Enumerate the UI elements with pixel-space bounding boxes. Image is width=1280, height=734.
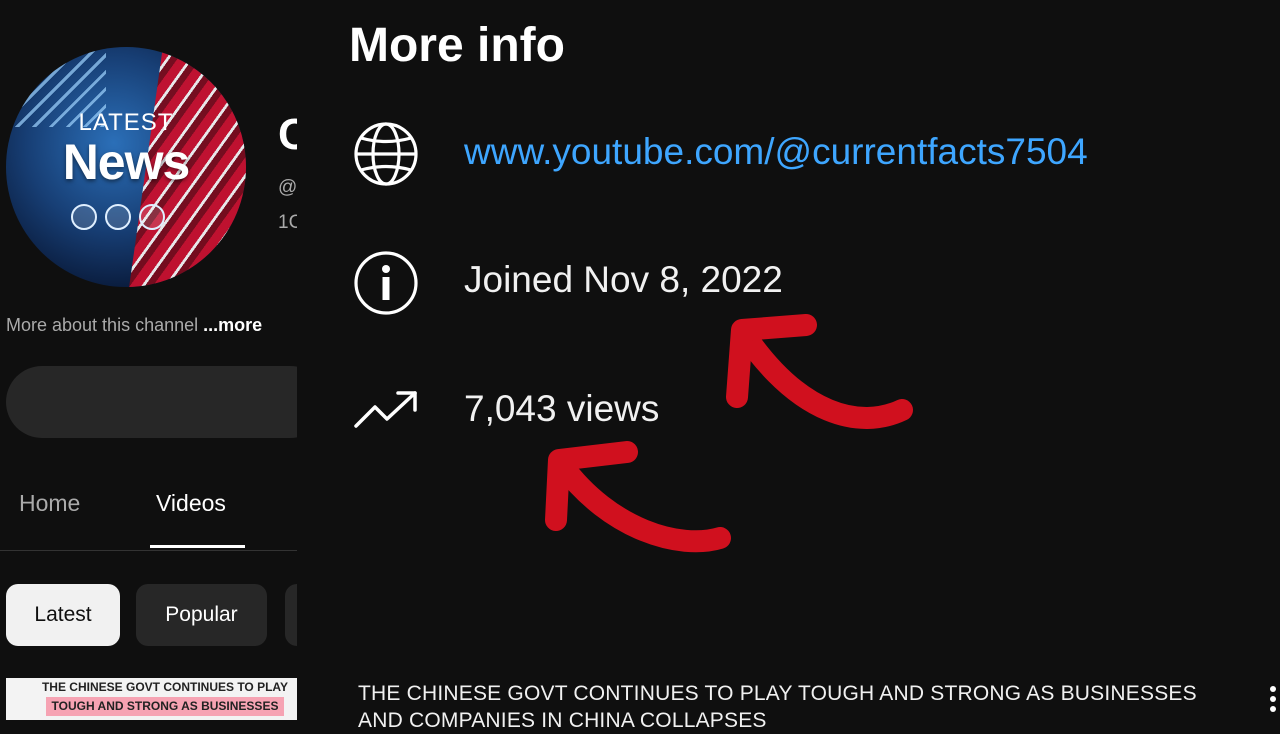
video-title[interactable]: THE CHINESE GOVT CONTINUES TO PLAY TOUGH… [358, 680, 1238, 734]
red-arrow-to-views [545, 441, 731, 553]
more-vert-icon[interactable] [1266, 684, 1280, 720]
